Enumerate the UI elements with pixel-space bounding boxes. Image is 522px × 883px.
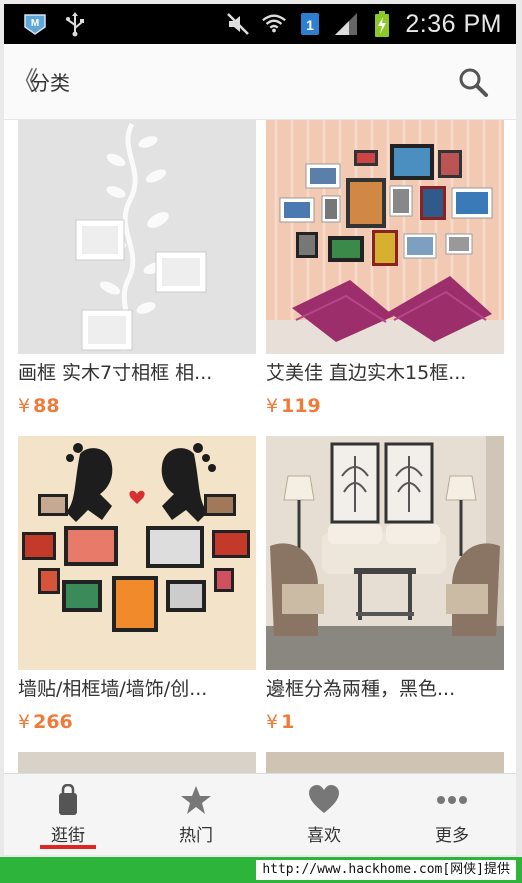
- bag-icon: [51, 783, 85, 817]
- tab-popular[interactable]: 热门: [132, 774, 260, 855]
- product-image[interactable]: [18, 752, 256, 773]
- tab-browse[interactable]: 逛街: [4, 774, 132, 855]
- search-icon: [459, 68, 488, 97]
- signal-icon: [333, 11, 359, 37]
- status-bar: M 1 2:36 PM: [4, 4, 516, 44]
- svg-text:M: M: [31, 18, 39, 29]
- product-image[interactable]: [18, 436, 256, 670]
- product-price: ¥1: [266, 711, 295, 733]
- back-chevron-icon: 《: [12, 66, 39, 97]
- more-dots-icon: [435, 783, 469, 817]
- bottom-nav: 逛街 热门 喜欢 更多: [4, 773, 516, 855]
- back-button[interactable]: 《 分类: [4, 67, 70, 96]
- product-image[interactable]: [266, 120, 504, 354]
- product-card[interactable]: 墙贴/相框墙/墙饰/创... ¥266: [18, 436, 256, 736]
- tab-more[interactable]: 更多: [388, 774, 516, 855]
- watermark-text: http://www.hackhome.com[网侠]提供: [256, 860, 516, 880]
- tab-label: 喜欢: [307, 826, 341, 846]
- product-price: ¥119: [266, 395, 321, 417]
- tab-label: 热门: [179, 826, 213, 846]
- status-time: 2:36 PM: [405, 9, 502, 38]
- tab-label: 更多: [435, 826, 469, 846]
- product-image[interactable]: [266, 436, 504, 670]
- battery-icon: [369, 11, 395, 37]
- active-tab-indicator: [40, 845, 96, 849]
- product-grid: 画框 实木7寸相框 相... ¥88 艾美佳 直边实木15框... ¥ 119 …: [4, 120, 516, 773]
- page-title: 分类: [30, 71, 70, 95]
- product-title[interactable]: 墙贴/相框墙/墙饰/创...: [18, 674, 256, 704]
- screenshot-frame: M 1 2:36 PM 《 分类 画框 实木7寸相框 相... ¥ 88 艾美佳…: [0, 0, 522, 883]
- product-image[interactable]: [18, 120, 256, 354]
- product-card[interactable]: 邊框分為兩種，黑色... ¥1: [266, 436, 504, 736]
- svg-text:1: 1: [306, 17, 314, 33]
- wifi-icon: [261, 11, 287, 37]
- product-title[interactable]: 艾美佳 直边实木15框...: [266, 358, 504, 388]
- usb-icon: [62, 11, 88, 37]
- product-image[interactable]: [266, 752, 504, 773]
- app-header: 《 分类: [4, 44, 516, 120]
- mute-icon: [225, 11, 251, 37]
- product-price: ¥266: [18, 711, 73, 733]
- app-badge-icon: M: [22, 11, 48, 37]
- tab-favorites[interactable]: 喜欢: [260, 774, 388, 855]
- product-title[interactable]: 邊框分為兩種，黑色...: [266, 674, 504, 704]
- star-icon: [179, 783, 213, 817]
- product-price: ¥88: [18, 395, 60, 417]
- product-card[interactable]: [18, 752, 256, 773]
- product-card[interactable]: 艾美佳 直边实木15框... ¥119: [266, 120, 504, 420]
- product-card[interactable]: 画框 实木7寸相框 相... ¥88: [18, 120, 256, 420]
- heart-icon: [307, 783, 341, 817]
- tab-label: 逛街: [51, 826, 85, 846]
- sim-icon: 1: [297, 11, 323, 37]
- product-title[interactable]: 画框 实木7寸相框 相...: [18, 358, 256, 388]
- search-button[interactable]: [456, 65, 490, 99]
- product-card[interactable]: [266, 752, 504, 773]
- watermark-band: http://www.hackhome.com[网侠]提供: [0, 857, 522, 883]
